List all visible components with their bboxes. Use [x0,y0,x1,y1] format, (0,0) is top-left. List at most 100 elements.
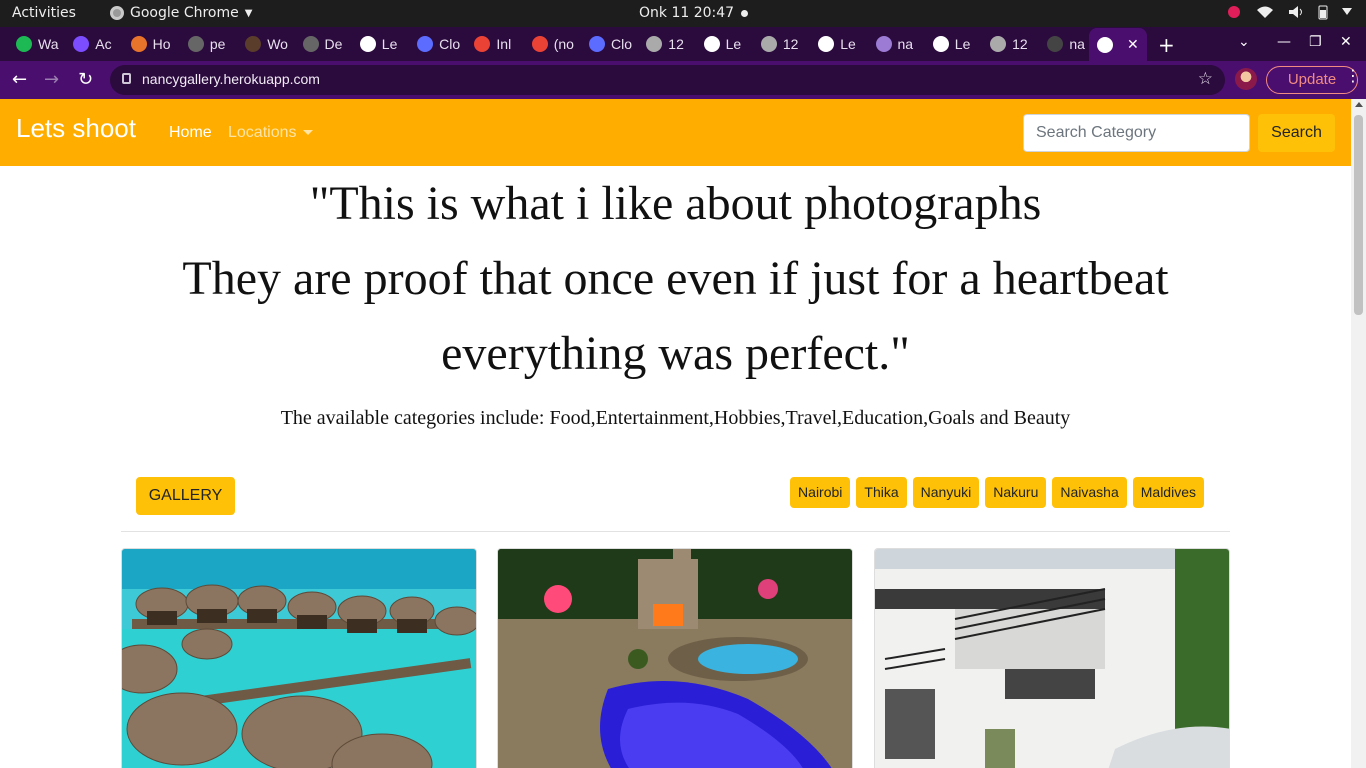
github-icon [302,36,319,52]
tab-label: De [324,36,343,52]
nav-home-link[interactable]: Home [169,124,212,142]
modern-house-image [875,549,1229,768]
active-browser-tab[interactable]: ✕ [1089,28,1147,61]
cloud-icon [589,36,605,52]
water-villas-image [122,549,476,768]
browser-tab[interactable]: De [295,31,352,57]
tab-label: Wo [267,36,288,52]
os-top-bar: Activities Google Chrome ▼ Onk 11 20:47 [0,0,1366,27]
browser-tab[interactable]: na [1039,31,1096,57]
gallery-image-card[interactable] [874,548,1230,768]
notification-dot-icon [741,10,748,17]
nav-locations-label: Locations [228,124,297,141]
browser-tab[interactable]: Le [810,31,867,57]
globe-icon [646,36,663,52]
gallery-image-card[interactable] [497,548,853,768]
browser-tab[interactable]: 12 [753,31,810,57]
address-bar[interactable]: nancygallery.herokuapp.com ☆ [110,65,1225,95]
chevron-down-icon [1342,8,1352,15]
tab-label: Le [381,36,398,52]
close-window-button[interactable]: ✕ [1340,34,1352,50]
browser-tab[interactable]: Ac [65,31,122,57]
forward-arrow-icon[interactable]: → [44,69,59,90]
tab-label: Inl [496,36,512,52]
search-button[interactable]: Search [1258,114,1335,152]
github-icon [1047,36,1064,52]
browser-tab[interactable]: 12 [638,31,695,57]
location-button-naivasha[interactable]: Naivasha [1052,477,1127,508]
location-button-thika[interactable]: Thika [856,477,907,508]
close-tab-icon[interactable]: ✕ [1127,36,1139,53]
globe-icon [760,36,777,52]
browser-tab[interactable]: 12 [982,31,1039,57]
profile-avatar[interactable] [1235,68,1257,90]
gallery-image-card[interactable] [121,548,477,768]
minimize-button[interactable]: — [1277,34,1291,50]
chevron-down-icon: ▼ [244,7,253,19]
tab-search-icon[interactable]: ⌄ [1238,34,1250,50]
web-page: Lets shoot Home Locations Search "This i… [0,99,1351,768]
circle-icon [73,36,90,52]
app-name: Google Chrome [130,5,239,21]
tab-label: pe [209,36,226,52]
page-scrollbar[interactable] [1351,99,1366,768]
tab-label: Clo [611,36,633,52]
tab-label: Ac [95,36,112,52]
reload-icon[interactable]: ↻ [78,69,93,90]
bookmark-star-icon[interactable]: ☆ [1198,69,1213,89]
browser-tab[interactable]: Wa [8,31,65,57]
more-menu-icon[interactable]: ⋮ [1345,66,1361,85]
clock[interactable]: Onk 11 20:47 [639,5,734,21]
browser-tab[interactable]: (no [524,31,581,57]
browser-tab[interactable]: Wo [237,31,294,57]
browser-tab[interactable]: pe [180,31,237,57]
app-menu[interactable]: Google Chrome ▼ [110,5,252,21]
browser-tab[interactable]: Clo [581,31,638,57]
location-buttons: Nairobi Thika Nanyuki Nakuru Naivasha Ma… [790,477,1204,508]
search-category-input[interactable] [1023,114,1250,152]
location-button-nanyuki[interactable]: Nanyuki [912,477,980,508]
tab-label: Le [954,36,971,52]
cloud-icon [417,36,434,52]
lock-icon[interactable] [122,73,131,84]
divider [121,531,1230,532]
new-tab-button[interactable]: + [1158,33,1175,57]
globe-icon [1097,36,1113,53]
browser-tab[interactable]: na [868,31,925,57]
slack-icon [1228,6,1240,18]
scrollbar-thumb[interactable] [1354,115,1363,315]
tab-label: Wa [38,36,59,52]
maximize-button[interactable]: ❐ [1309,34,1322,50]
system-tray[interactable] [1226,4,1352,20]
browser-tab[interactable]: Le [696,31,753,57]
browser-tab[interactable]: Le [352,31,409,57]
activities-button[interactable]: Activities [12,5,76,21]
nav-locations-dropdown[interactable]: Locations [228,124,313,142]
play-icon [16,36,32,52]
browser-tab[interactable]: Inl [466,31,523,57]
wifi-icon [1257,6,1273,18]
gmail-icon [474,36,491,52]
browser-tab[interactable]: Ho [123,31,180,57]
scroll-up-icon[interactable] [1355,102,1363,107]
flag-icon [130,36,147,52]
url-text[interactable]: nancygallery.herokuapp.com [142,71,320,87]
heroku-icon [875,36,892,52]
browser-tab[interactable]: Clo [409,31,466,57]
quote-line: "This is what i like about photographs [309,177,1042,230]
site-navbar: Lets shoot Home Locations Search [0,99,1351,166]
volume-icon [1289,6,1302,18]
tab-label: na [897,36,914,52]
location-button-nairobi[interactable]: Nairobi [790,477,851,508]
tab-label: (no [553,36,574,52]
caret-down-icon [302,130,313,136]
categories-text: The available categories include: Food,E… [280,407,1071,429]
browser-tab[interactable]: Le [925,31,982,57]
site-brand[interactable]: Lets shoot [16,113,136,144]
location-button-maldives[interactable]: Maldives [1132,477,1204,508]
gallery-button[interactable]: GALLERY [136,477,235,515]
location-button-nakuru[interactable]: Nakuru [985,477,1047,508]
back-arrow-icon[interactable]: ← [12,69,27,90]
tab-label: 12 [668,36,684,52]
tab-label: Ho [152,36,171,52]
